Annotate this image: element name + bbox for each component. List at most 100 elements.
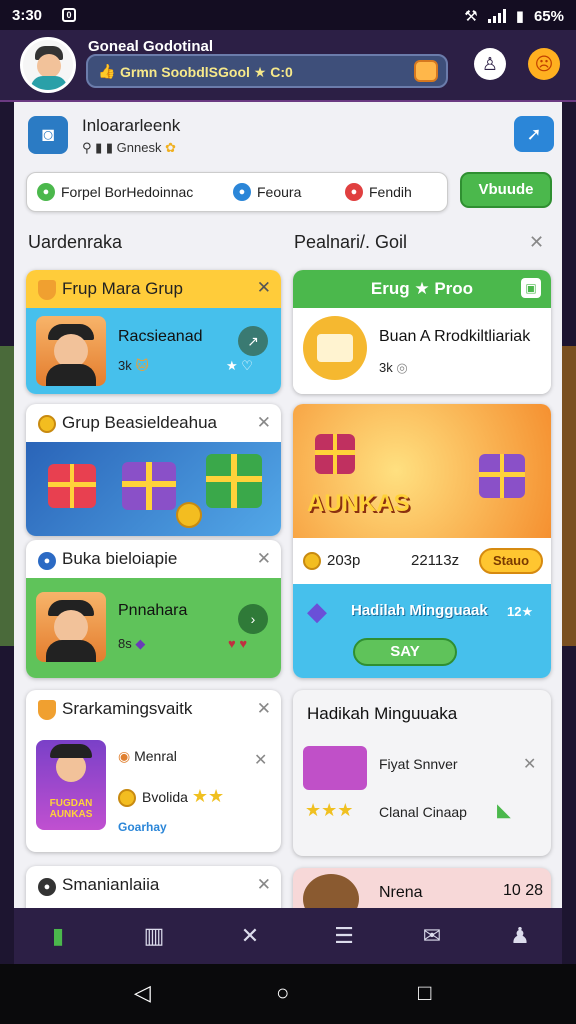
side-decoration-left: [0, 346, 14, 646]
close-icon[interactable]: ✕: [257, 549, 271, 569]
store-icon[interactable]: ▮: [42, 920, 74, 952]
play-button[interactable]: ›: [238, 604, 268, 634]
game-banner: AUNKAS: [293, 404, 551, 538]
game-title: AUNKAS: [307, 490, 410, 517]
say-button[interactable]: SAY: [353, 638, 457, 666]
card-aunas[interactable]: AUNKAS 203p 22113z Stauo ◆ Hadilah Mingg…: [293, 404, 551, 678]
cards-icon[interactable]: ▥: [138, 920, 170, 952]
card-name: Buan A Rrodkiltliariak: [379, 328, 531, 345]
close-icon[interactable]: ✕: [257, 875, 271, 895]
bottom-nav: ▮ ▥ ✕ ☰ ✉ ♟: [14, 908, 562, 964]
gem-icon: ◆: [307, 596, 327, 626]
start-button[interactable]: Stauo: [479, 548, 543, 574]
card-title: Grup Beasieldeahua: [62, 413, 218, 432]
card-stat: 3k 🐱: [118, 358, 149, 373]
ticket-icon: [303, 746, 367, 790]
character-portrait: [36, 316, 106, 386]
section-title-left: Uardenraka: [28, 232, 123, 252]
rating-icon: ★ ♡: [226, 358, 253, 373]
card-title: Buka bieloiapie: [62, 549, 178, 568]
avatar[interactable]: [20, 37, 76, 93]
shield-icon: [38, 279, 56, 300]
check-icon: ◣: [497, 800, 511, 820]
recents-icon[interactable]: □: [418, 980, 431, 1006]
battery-level: 65%: [533, 7, 564, 25]
profile-header: ◙ Inloararleenk ⚲ ▮ ▮ Gnnesk ✿ ➚: [26, 112, 554, 172]
play-button[interactable]: ↗: [238, 326, 268, 356]
close-icon[interactable]: ✕: [529, 232, 544, 253]
box-icon: [303, 316, 367, 380]
filter-item-2[interactable]: ● Feoura: [233, 183, 301, 201]
gift-purple: [122, 462, 176, 510]
coin-count: 203p: [303, 552, 360, 571]
share-icon[interactable]: ➚: [514, 116, 554, 152]
card-frup[interactable]: Frup Mara Grup ✕ Racsieanad 3k 🐱 ↗ ★ ♡: [26, 270, 281, 394]
profile-sub: ⚲ ▮ ▮ Gnnesk ✿: [82, 140, 177, 155]
close-icon[interactable]: ✕: [257, 413, 271, 433]
profile-icon[interactable]: ◙: [28, 116, 68, 154]
emoji-icon[interactable]: ☹: [528, 48, 560, 80]
close-icon[interactable]: ✕: [234, 920, 266, 952]
card-title: Nrena: [379, 884, 423, 901]
card-title: Frup Mara Grup: [62, 279, 183, 298]
back-icon[interactable]: ◁: [134, 980, 151, 1006]
status-time: 3:30: [12, 7, 43, 24]
info-icon[interactable]: ▣: [521, 278, 541, 298]
list-icon[interactable]: ☰: [328, 920, 360, 952]
home-icon[interactable]: ○: [276, 980, 289, 1006]
stars-icon: ★★★: [305, 800, 354, 820]
hearts-icon: ♥ ♥: [228, 636, 248, 651]
close-icon[interactable]: ✕: [254, 750, 267, 770]
search-value: Grmn SoobdlSGool ★ C:0: [120, 64, 293, 80]
thumbs-up-icon: 👍: [98, 63, 116, 79]
card-stat: 3k ◎: [379, 360, 408, 375]
card-title: Smanianlaiia: [62, 875, 160, 894]
animal-portrait: [303, 874, 359, 908]
stats-row: 203p 22113z Stauo: [293, 538, 551, 584]
profile-icon[interactable]: ♟: [504, 920, 536, 952]
filter-action-button[interactable]: Vbuude: [460, 172, 552, 208]
card-name: Pnnahara: [118, 602, 188, 619]
gift-green: [206, 454, 262, 508]
game-title: FUGDAN AUNKAS: [49, 798, 93, 820]
badge: 12★: [507, 604, 534, 619]
signal-icon: [487, 9, 506, 23]
app-header: Goneal Godotinal 👍 Grmn SoobdlSGool ★ C:…: [0, 30, 576, 102]
filter-item-1[interactable]: ● Forpel BorHedoinnac: [37, 183, 193, 201]
leaf-icon: ●: [37, 183, 55, 201]
card-value: 10 28: [503, 882, 544, 899]
search-bar[interactable]: 👍 Grmn SoobdlSGool ★ C:0: [86, 54, 448, 88]
card-stat: 8s ◆: [118, 636, 146, 651]
card-nrena[interactable]: Nrena 10 28: [293, 868, 551, 908]
item-2: Clanal Cinaap: [379, 804, 467, 820]
character-portrait: [36, 592, 106, 662]
close-icon[interactable]: ✕: [257, 699, 271, 719]
card-buka[interactable]: ● Buka bieloiapie ✕ Pnnahara 8s ◆ › ♥ ♥: [26, 540, 281, 678]
gift-red: [48, 464, 96, 508]
close-icon[interactable]: ✕: [523, 754, 536, 774]
game-cover: FUGDAN AUNKAS: [36, 740, 106, 830]
tools-icon: ⚒: [464, 8, 478, 25]
fire-icon: ●: [345, 183, 363, 201]
card-erug[interactable]: Erug ★ Proo ▣ Buan A Rrodkiltliariak 3k ◎: [293, 270, 551, 394]
card-name: Racsieanad: [118, 328, 203, 345]
lock-icon: ●: [38, 552, 56, 570]
status-bar: 3:30 0 ⚒ ▮ 65%: [0, 0, 576, 30]
card-smana[interactable]: ● Smanianlaiia ✕: [26, 866, 281, 908]
gift-banner: [26, 442, 281, 536]
notification-icon: 0: [62, 8, 76, 22]
gift-icon[interactable]: [414, 60, 438, 82]
score-count: 22113z: [411, 552, 460, 569]
close-icon[interactable]: ✕: [257, 278, 271, 298]
card-srark[interactable]: Srarkamingsvaitk ✕ FUGDAN AUNKAS ◉ Menral…: [26, 690, 281, 852]
user-badge-icon[interactable]: ♙: [474, 48, 506, 80]
system-nav: ◁ ○ □: [0, 964, 576, 1024]
card-grup[interactable]: Grup Beasieldeahua ✕: [26, 404, 281, 536]
chat-icon[interactable]: ✉: [416, 920, 448, 952]
item-1: ◉ Menral: [118, 748, 177, 764]
filter-item-3[interactable]: ● Fendih: [345, 183, 412, 201]
shield-icon: [38, 699, 56, 720]
item-2: Bvolida ★★: [118, 786, 224, 808]
card-hadikah[interactable]: Hadikah Minguuaka Fiyat Snnver ✕ ★★★ Cla…: [293, 690, 551, 856]
card-title: Srarkamingsvaitk: [62, 699, 193, 718]
